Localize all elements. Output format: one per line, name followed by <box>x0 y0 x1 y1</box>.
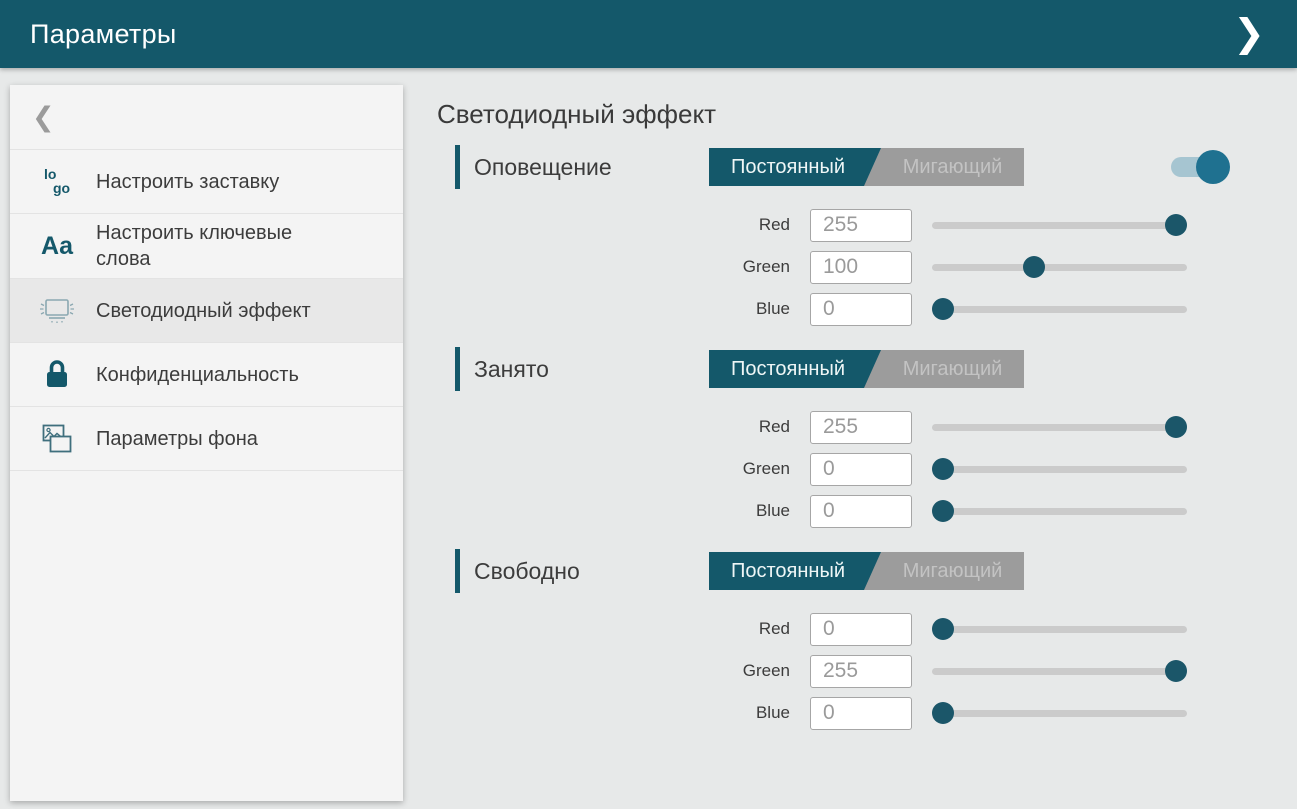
red-slider[interactable] <box>932 626 1187 633</box>
page-header-title: Параметры <box>30 19 177 50</box>
mode-toggle-group: Постоянный Мигающий <box>709 552 1024 590</box>
green-value-input[interactable] <box>810 453 912 486</box>
mode-constant-button[interactable]: Постоянный <box>709 552 881 590</box>
section-busy: Занято Постоянный Мигающий Red Green <box>435 347 1297 528</box>
channel-label: Blue <box>435 501 790 521</box>
slider-thumb[interactable] <box>1023 256 1045 278</box>
channel-row-red: Red <box>435 208 1297 242</box>
page-title: Светодиодный эффект <box>437 99 1297 130</box>
channel-label: Red <box>435 619 790 639</box>
green-value-input[interactable] <box>810 251 912 284</box>
sidebar-item-screensaver[interactable]: logo Настроить заставку <box>10 150 403 214</box>
notification-led-switch[interactable] <box>1171 157 1223 177</box>
channel-label: Blue <box>435 299 790 319</box>
rgb-channels: Red Green Blue <box>435 208 1297 326</box>
section-title: Занято <box>474 356 549 383</box>
blue-slider[interactable] <box>932 710 1187 717</box>
green-value-input[interactable] <box>810 655 912 688</box>
channel-label: Red <box>435 417 790 437</box>
green-slider[interactable] <box>932 466 1187 473</box>
logo-icon: logo <box>34 168 80 195</box>
mode-toggle-group: Постоянный Мигающий <box>709 350 1024 388</box>
sidebar-item-label: Параметры фона <box>96 426 258 452</box>
red-value-input[interactable] <box>810 209 912 242</box>
sidebar-item-keywords[interactable]: Aa Настроить ключевые слова <box>10 214 403 279</box>
settings-sidebar: ❮ logo Настроить заставку Aa Настроить к… <box>10 85 403 801</box>
blue-value-input[interactable] <box>810 697 912 730</box>
slider-thumb[interactable] <box>932 618 954 640</box>
blue-value-input[interactable] <box>810 495 912 528</box>
chevron-right-icon[interactable]: ❯ <box>1227 11 1271 57</box>
background-images-icon <box>34 422 80 456</box>
rgb-channels: Red Green Blue <box>435 612 1297 730</box>
sidebar-item-label: Светодиодный эффект <box>96 298 311 324</box>
green-slider[interactable] <box>932 668 1187 675</box>
section-header: Оповещение Постоянный Мигающий <box>435 145 1297 189</box>
blue-slider[interactable] <box>932 306 1187 313</box>
section-accent-bar <box>455 347 460 391</box>
mode-blinking-button[interactable]: Мигающий <box>881 148 1024 186</box>
section-header: Занято Постоянный Мигающий <box>435 347 1297 391</box>
settings-window: Параметры ❯ ❮ logo Настроить заставку Aa… <box>0 0 1297 809</box>
channel-label: Green <box>435 661 790 681</box>
section-free: Свободно Постоянный Мигающий Red Green <box>435 549 1297 730</box>
section-title: Свободно <box>474 558 580 585</box>
channel-row-red: Red <box>435 410 1297 444</box>
mode-constant-button[interactable]: Постоянный <box>709 350 881 388</box>
sidebar-back-row: ❮ <box>10 85 403 150</box>
rgb-channels: Red Green Blue <box>435 410 1297 528</box>
red-value-input[interactable] <box>810 613 912 646</box>
sidebar-item-label: Конфиденциальность <box>96 362 299 388</box>
section-notification: Оповещение Постоянный Мигающий Red <box>435 145 1297 326</box>
red-slider[interactable] <box>932 424 1187 431</box>
channel-row-blue: Blue <box>435 292 1297 326</box>
slider-thumb[interactable] <box>1165 660 1187 682</box>
sidebar-item-privacy[interactable]: Конфиденциальность <box>10 343 403 407</box>
channel-row-red: Red <box>435 612 1297 646</box>
channel-row-green: Green <box>435 452 1297 486</box>
mode-toggle-group: Постоянный Мигающий <box>709 148 1024 186</box>
mode-blinking-button[interactable]: Мигающий <box>881 552 1024 590</box>
slider-thumb[interactable] <box>932 500 954 522</box>
blue-value-input[interactable] <box>810 293 912 326</box>
channel-row-green: Green <box>435 654 1297 688</box>
slider-thumb[interactable] <box>1165 416 1187 438</box>
slider-thumb[interactable] <box>932 298 954 320</box>
sidebar-item-label: Настроить заставку <box>96 169 279 195</box>
slider-thumb[interactable] <box>1165 214 1187 236</box>
channel-label: Blue <box>435 703 790 723</box>
channel-row-green: Green <box>435 250 1297 284</box>
lock-icon <box>34 358 80 391</box>
green-slider[interactable] <box>932 264 1187 271</box>
switch-knob <box>1196 150 1230 184</box>
top-bar: Параметры ❯ <box>0 0 1297 68</box>
sidebar-item-background[interactable]: Параметры фона <box>10 407 403 471</box>
section-accent-bar <box>455 549 460 593</box>
section-header: Свободно Постоянный Мигающий <box>435 549 1297 593</box>
led-screen-icon <box>34 296 80 326</box>
mode-blinking-button[interactable]: Мигающий <box>881 350 1024 388</box>
sidebar-item-label: Настроить ключевые слова <box>96 220 344 272</box>
text-style-icon: Aa <box>34 234 80 259</box>
channel-row-blue: Blue <box>435 494 1297 528</box>
channel-row-blue: Blue <box>435 696 1297 730</box>
channel-label: Red <box>435 215 790 235</box>
slider-thumb[interactable] <box>932 702 954 724</box>
red-slider[interactable] <box>932 222 1187 229</box>
section-title: Оповещение <box>474 154 612 181</box>
red-value-input[interactable] <box>810 411 912 444</box>
sidebar-item-led-effect[interactable]: Светодиодный эффект <box>10 279 403 343</box>
channel-label: Green <box>435 459 790 479</box>
blue-slider[interactable] <box>932 508 1187 515</box>
slider-thumb[interactable] <box>932 458 954 480</box>
led-effect-panel: Светодиодный эффект Оповещение Постоянны… <box>435 68 1297 730</box>
mode-constant-button[interactable]: Постоянный <box>709 148 881 186</box>
chevron-left-icon[interactable]: ❮ <box>32 104 55 131</box>
channel-label: Green <box>435 257 790 277</box>
section-accent-bar <box>455 145 460 189</box>
